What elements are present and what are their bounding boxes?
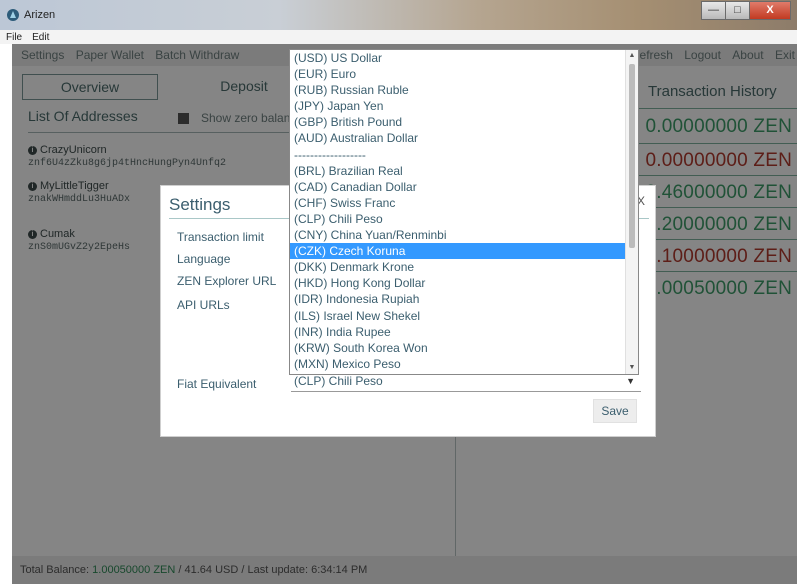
explorer-url-label: ZEN Explorer URL xyxy=(177,274,277,288)
scroll-down-icon[interactable]: ▼ xyxy=(626,362,638,374)
currency-option[interactable]: (EUR) Euro xyxy=(290,66,626,82)
scroll-thumb[interactable] xyxy=(629,64,635,248)
language-label: Language xyxy=(177,252,231,266)
currency-option[interactable]: (ILS) Israel New Shekel xyxy=(290,308,626,324)
window-controls: — □ X xyxy=(701,1,791,20)
currency-option[interactable]: (CLP) Chili Peso xyxy=(290,211,626,227)
currency-option[interactable]: (BRL) Brazilian Real xyxy=(290,163,626,179)
currency-option[interactable]: (MXN) Mexico Peso xyxy=(290,356,626,372)
currency-option[interactable]: (CZK) Czech Koruna xyxy=(290,243,626,260)
scroll-up-icon[interactable]: ▲ xyxy=(626,50,638,62)
settings-title: Settings xyxy=(169,195,231,214)
currency-option[interactable]: (CHF) Swiss Franc xyxy=(290,195,626,211)
currency-option[interactable]: (RUB) Russian Ruble xyxy=(290,82,626,98)
fiat-equivalent-select[interactable]: (CLP) Chili Peso ▼ xyxy=(291,372,641,392)
currency-option[interactable]: (INR) India Rupee xyxy=(290,324,626,340)
currency-option[interactable]: (AUD) Australian Dollar xyxy=(290,130,626,146)
minimize-button[interactable]: — xyxy=(701,1,725,20)
currency-option[interactable]: (HKD) Hong Kong Dollar xyxy=(290,275,626,291)
currency-option[interactable]: (CAD) Canadian Dollar xyxy=(290,179,626,195)
fiat-equivalent-label: Fiat Equivalent xyxy=(177,377,257,391)
currency-option[interactable]: (GBP) British Pound xyxy=(290,114,626,130)
currency-option[interactable]: (USD) US Dollar xyxy=(290,50,626,66)
save-button[interactable]: Save xyxy=(593,399,637,423)
close-window-button[interactable]: X xyxy=(749,1,791,20)
fiat-selected-value: (CLP) Chili Peso xyxy=(294,374,383,388)
currency-option[interactable]: (CNY) China Yuan/Renminbi xyxy=(290,227,626,243)
maximize-button[interactable]: □ xyxy=(725,1,749,20)
arizen-logo-icon xyxy=(7,9,19,21)
currency-option[interactable]: ------------------ xyxy=(290,147,626,163)
menu-file[interactable]: File xyxy=(6,32,22,43)
currency-option[interactable]: (DKK) Denmark Krone xyxy=(290,259,626,275)
menubar: File Edit xyxy=(0,30,797,44)
currency-dropdown[interactable]: (USD) US Dollar (EUR) Euro (RUB) Russian R… xyxy=(289,49,639,375)
dropdown-scrollbar[interactable]: ▲ ▼ xyxy=(625,50,638,374)
transaction-limit-label: Transaction limit xyxy=(177,230,264,244)
currency-option-list: (USD) US Dollar (EUR) Euro (RUB) Russian R… xyxy=(290,50,626,372)
currency-option[interactable]: (KRW) South Korea Won xyxy=(290,340,626,356)
window-titlebar: Arizen — □ X xyxy=(0,0,797,30)
currency-option[interactable]: (JPY) Japan Yen xyxy=(290,98,626,114)
api-urls-label: API URLs xyxy=(177,298,230,312)
menu-edit[interactable]: Edit xyxy=(32,32,49,43)
currency-option[interactable]: (IDR) Indonesia Rupiah xyxy=(290,291,626,307)
window-title: Arizen xyxy=(24,9,56,21)
